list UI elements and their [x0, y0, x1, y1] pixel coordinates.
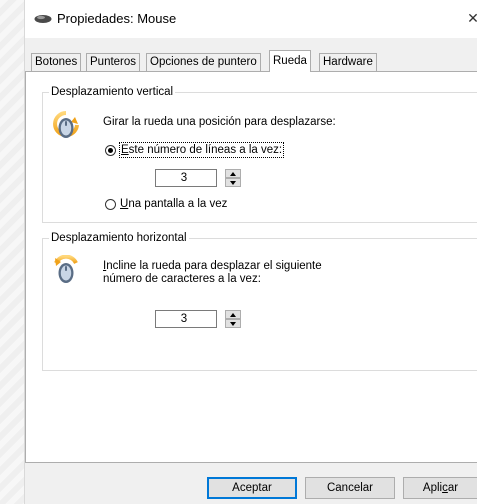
arrow-up-icon [230, 313, 236, 317]
apply-text-end: ar [447, 482, 459, 494]
arrow-down-icon [230, 181, 236, 185]
vertical-scroll-group: Desplazamiento vertical Girar la rueda u… [42, 85, 477, 223]
horizontal-scroll-legend: Desplazamiento horizontal [49, 231, 189, 245]
tab-punteros[interactable]: Punteros [86, 53, 141, 71]
tab-opciones-de-puntero[interactable]: Opciones de puntero [146, 53, 261, 71]
mouse-wheel-icon [53, 111, 79, 144]
window-title: Propiedades: Mouse [57, 11, 177, 26]
horizontal-description-line2: número de caracteres a la vez: [103, 273, 261, 285]
arrow-up-icon [230, 172, 236, 176]
tab-botones[interactable]: Botones [31, 53, 82, 71]
radio-lines-mnemonic: E [121, 144, 129, 156]
lines-per-notch-input[interactable]: 3 [155, 169, 217, 187]
chars-per-tilt-input[interactable]: 3 [155, 310, 217, 328]
tab-hardware[interactable]: Hardware [319, 53, 377, 71]
vertical-scroll-legend: Desplazamiento vertical [49, 85, 176, 99]
apply-text-start: Apli [422, 482, 443, 494]
mouse-properties-dialog: Propiedades: Mouse ✕ Botones Punteros Op… [24, 0, 477, 504]
horizontal-description-line1: Incline la rueda para desplazar el sigui… [103, 259, 322, 273]
horizontal-scroll-group: Desplazamiento horizontal Incline la rue… [42, 231, 477, 371]
chars-spinner [225, 310, 241, 328]
mouse-icon [34, 14, 52, 27]
radio-screen[interactable] [105, 199, 116, 210]
arrow-down-icon [230, 322, 236, 326]
radio-lines-dot [108, 148, 113, 153]
vertical-description: Girar la rueda una posición para desplaz… [103, 116, 336, 128]
mouse-wheel-icon [53, 254, 79, 288]
lines-spin-up-button[interactable] [225, 169, 241, 178]
lines-spin-down-button[interactable] [225, 178, 241, 187]
chars-spin-down-button[interactable] [225, 319, 241, 328]
tab-rueda[interactable]: Rueda [269, 50, 311, 72]
radio-screen-label[interactable]: Una pantalla a la vez [120, 197, 227, 211]
close-icon[interactable]: ✕ [464, 10, 477, 27]
radio-lines-text: ste número de líneas a la vez: [128, 144, 283, 156]
radio-screen-text: na pantalla a la vez [128, 198, 228, 210]
accept-button[interactable]: Aceptar [207, 477, 297, 499]
radio-lines[interactable] [105, 145, 116, 156]
chars-spin-up-button[interactable] [225, 310, 241, 319]
horizontal-description-text: ncline la rueda para desplazar el siguie… [106, 260, 322, 272]
tab-panel-rueda: Desplazamiento vertical Girar la rueda u… [25, 71, 477, 463]
tab-strip: Botones Punteros Opciones de puntero Rue… [25, 50, 477, 72]
cancel-button[interactable]: Cancelar [305, 477, 395, 499]
title-bar: Propiedades: Mouse ✕ [25, 0, 477, 38]
apply-button[interactable]: Aplicar [403, 477, 477, 499]
lines-spinner [225, 169, 241, 187]
radio-lines-label[interactable]: Este número de líneas a la vez: [118, 142, 285, 158]
